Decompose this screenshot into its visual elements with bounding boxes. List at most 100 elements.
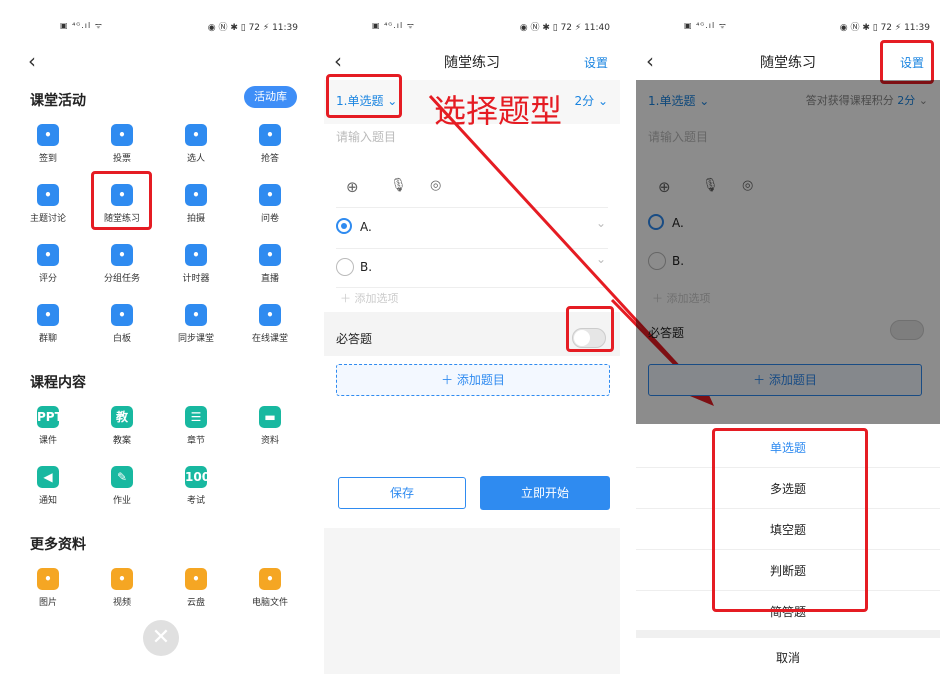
settings-button[interactable]: 设置	[584, 54, 608, 71]
folder-icon: ▬	[259, 406, 281, 428]
grid-item-activity-grid-3[interactable]: • 抢答	[240, 124, 300, 174]
highlight-type-box	[326, 74, 402, 118]
grid-item-activity-grid-4[interactable]: • 主题讨论	[18, 184, 78, 234]
grid-item-activity-grid-2[interactable]: • 选人	[166, 124, 226, 174]
grid-item-label: 白板	[112, 334, 131, 344]
modal-overlay[interactable]	[636, 80, 940, 424]
type-picker-panel: ▣ ⁴ᴳ.ıl ᯤ ◉ Ⓝ ✱ ▯ 72 ⚡ 11:39 ‹ 随堂练习 设置 1…	[636, 8, 940, 674]
grid-item-content-grid-5[interactable]: ✎ 作业	[92, 466, 152, 516]
option-b-label: B.	[360, 260, 373, 274]
grid-item-label: 电脑文件	[251, 598, 288, 608]
option-a-label: A.	[360, 220, 372, 234]
grid-item-more-grid-0[interactable]: • 图片	[18, 568, 78, 618]
chevron-down-icon[interactable]: ⌄	[596, 252, 606, 266]
start-now-button[interactable]: 立即开始	[480, 476, 610, 510]
grid-item-activity-grid-0[interactable]: • 签到	[18, 124, 78, 174]
bar-chart-icon: •	[111, 124, 133, 146]
grid-item-activity-grid-8[interactable]: • 评分	[18, 244, 78, 294]
add-question-button[interactable]: ＋ 添加题目	[336, 364, 610, 396]
grid-item-label: 评分	[38, 274, 57, 284]
highlight-toggle-box	[566, 306, 614, 352]
play-circle-icon: •	[259, 244, 281, 266]
grid-item-label: 资料	[260, 436, 279, 446]
cancel-button[interactable]: 取消	[636, 638, 940, 674]
grid-item-label: 主题讨论	[29, 214, 66, 224]
grid-item-activity-grid-7[interactable]: • 问卷	[240, 184, 300, 234]
radio-b[interactable]	[336, 258, 354, 276]
close-button[interactable]: ✕	[143, 620, 179, 656]
question-input[interactable]: 请输入题目	[336, 128, 396, 145]
activity-library-button[interactable]: 活动库	[244, 86, 297, 108]
grid-item-content-grid-6[interactable]: 100 考试	[166, 466, 226, 516]
grid-item-activity-grid-15[interactable]: • 在线课堂	[240, 304, 300, 354]
back-button[interactable]: ‹	[28, 51, 44, 71]
grid-item-activity-grid-1[interactable]: • 投票	[92, 124, 152, 174]
grid-item-activity-grid-11[interactable]: • 直播	[240, 244, 300, 294]
grid-item-label: 问卷	[260, 214, 279, 224]
person-check-icon: •	[185, 124, 207, 146]
grid-item-label: 考试	[186, 496, 205, 506]
online-class-icon: •	[259, 304, 281, 326]
grid-item-label: 直播	[260, 274, 279, 284]
status-bar: ▣ ⁴ᴳ.ıl ᯤ ◉ Ⓝ ✱ ▯ 72 ⚡ 11:40	[324, 18, 620, 34]
grid-item-label: 在线课堂	[251, 334, 288, 344]
grid-item-more-grid-1[interactable]: • 视频	[92, 568, 152, 618]
activity-panel: ▣ ⁴ᴳ.ıl ᯤ ◉ Ⓝ ✱ ▯ 72 ⚡ 11:39 ‹ 课堂活动 活动库 …	[12, 8, 308, 674]
score-select[interactable]: 2分 ⌄	[574, 92, 608, 109]
highlight-exercise-box	[91, 171, 152, 230]
status-bar: ▣ ⁴ᴳ.ıl ᯤ ◉ Ⓝ ✱ ▯ 72 ⚡ 11:39	[636, 18, 940, 34]
status-right: ◉ Ⓝ ✱ ▯ 72 ⚡ 11:40	[519, 23, 610, 33]
section-more-title: 更多资料	[30, 537, 86, 553]
camera-icon[interactable]: ◎	[430, 178, 441, 193]
grid-item-activity-grid-14[interactable]: • 同步课堂	[166, 304, 226, 354]
grid-item-content-grid-1[interactable]: 教教案	[92, 406, 152, 456]
image-icon: •	[37, 568, 59, 590]
grid-item-content-grid-4[interactable]: ◀ 通知	[18, 466, 78, 516]
grid-item-label: 分组任务	[103, 274, 140, 284]
status-bar: ▣ ⁴ᴳ.ıl ᯤ ◉ Ⓝ ✱ ▯ 72 ⚡ 11:39	[12, 18, 308, 34]
microphone-icon: •	[259, 124, 281, 146]
grid-item-activity-grid-13[interactable]: • 白板	[92, 304, 152, 354]
grid-item-activity-grid-9[interactable]: • 分组任务	[92, 244, 152, 294]
radio-a[interactable]	[336, 218, 352, 234]
group-chat-icon: •	[37, 304, 59, 326]
divider	[336, 207, 608, 208]
grid-item-content-grid-3[interactable]: ▬ 资料	[240, 406, 300, 456]
grid-item-more-grid-2[interactable]: • 云盘	[166, 568, 226, 618]
grid-item-content-grid-0[interactable]: PPT 课件	[18, 406, 78, 456]
monitor-icon: •	[259, 568, 281, 590]
section-activity-title: 课堂活动	[30, 93, 86, 109]
status-right: ◉ Ⓝ ✱ ▯ 72 ⚡ 11:39	[839, 23, 930, 33]
video-icon: •	[111, 568, 133, 590]
grid-item-content-grid-2[interactable]: ☰ 章节	[166, 406, 226, 456]
grid-item-label: 课件	[38, 436, 57, 446]
grid-item-label: 视频	[112, 598, 131, 608]
question-icon: •	[259, 184, 281, 206]
add-media-icon[interactable]: ⊕	[346, 178, 359, 196]
grid-item-label: 云盘	[186, 598, 205, 608]
camera-icon: •	[185, 184, 207, 206]
add-option-link[interactable]: ＋ 添加选项	[340, 290, 399, 306]
save-button[interactable]: 保存	[338, 477, 466, 509]
signal-icon: ▣ ⁴ᴳ.ıl ᯤ	[372, 21, 416, 30]
microphone-icon[interactable]: 🎙	[390, 178, 407, 193]
annotation-text: 选择题型	[434, 92, 563, 130]
grid-item-label: 图片	[38, 598, 57, 608]
section-content-title: 课程内容	[30, 375, 86, 391]
grid-item-activity-grid-10[interactable]: • 计时器	[166, 244, 226, 294]
grid-item-label: 同步课堂	[177, 334, 214, 344]
option-a-row: A. ⌄	[324, 210, 620, 246]
chapter-list-icon: ☰	[185, 406, 207, 428]
grid-item-label: 计时器	[182, 274, 210, 284]
grid-item-activity-grid-6[interactable]: • 拍摄	[166, 184, 226, 234]
signal-icon: ▣ ⁴ᴳ.ıl ᯤ	[684, 21, 728, 30]
chevron-down-icon[interactable]: ⌄	[596, 216, 606, 230]
grid-item-label: 抢答	[260, 154, 279, 164]
grid-item-label: 通知	[38, 496, 57, 506]
grid-item-activity-grid-12[interactable]: • 群聊	[18, 304, 78, 354]
grid-item-more-grid-3[interactable]: • 电脑文件	[240, 568, 300, 618]
grid-item-label: 章节	[186, 436, 205, 446]
grid-item-label: 投票	[112, 154, 131, 164]
sync-class-icon: •	[185, 304, 207, 326]
ppt-icon: PPT	[37, 406, 63, 428]
